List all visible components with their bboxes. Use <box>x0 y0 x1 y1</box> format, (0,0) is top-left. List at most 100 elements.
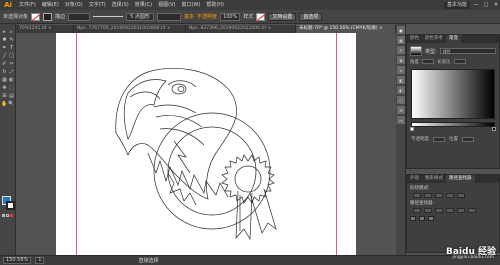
tab-document-3[interactable]: Nps: 837396_20190922021006.tif × <box>186 25 296 33</box>
artboard-tool-icon[interactable]: ⬚ <box>8 84 15 92</box>
stroke-panel-icon[interactable]: ≡ <box>397 66 405 74</box>
menu-file[interactable]: 文件(F) <box>16 0 39 10</box>
minus-front-button[interactable] <box>424 193 432 198</box>
maximize-icon[interactable]: □ <box>482 2 490 9</box>
basic-style-label[interactable]: 基本 <box>184 13 194 20</box>
exclude-button[interactable] <box>446 193 454 198</box>
slice-tool-icon[interactable]: ▤ <box>8 92 15 100</box>
color-panel-icon[interactable]: ● <box>397 26 405 34</box>
preferences-button[interactable]: 首选项 <box>299 12 323 21</box>
direct-selection-tool-icon[interactable]: ▹ <box>8 28 15 36</box>
none-mode-icon[interactable] <box>10 214 13 217</box>
rectangle-tool-icon[interactable]: □ <box>8 52 15 60</box>
symbols-panel-icon[interactable]: ✿ <box>397 56 405 64</box>
tab-appearance[interactable]: 外观 <box>407 175 422 183</box>
outline-button[interactable] <box>457 208 465 213</box>
gradient-stop-black[interactable] <box>492 127 496 131</box>
eagle-outline-artwork[interactable] <box>56 33 356 255</box>
stroke-color-indicator[interactable] <box>6 201 15 210</box>
gradient-type-select[interactable]: 线性 <box>439 48 496 54</box>
mesh-tool-icon[interactable]: ▦ <box>1 76 8 84</box>
divide-button[interactable] <box>413 208 421 213</box>
hand-tool-icon[interactable]: ✋ <box>1 100 8 108</box>
gradient-panel-icon[interactable]: ◧ <box>397 76 405 84</box>
crop-button[interactable] <box>446 208 454 213</box>
layer-row[interactable] <box>410 215 496 221</box>
minus-back-button[interactable] <box>468 208 476 213</box>
status-bar: 150.56% 1 直接选择 <box>0 255 500 265</box>
gradient-stop-white[interactable] <box>410 127 414 131</box>
magic-wand-tool-icon[interactable]: ✱ <box>1 36 8 44</box>
canvas-area[interactable] <box>16 33 396 255</box>
artboard[interactable] <box>56 33 356 255</box>
opacity-field[interactable]: 100% <box>220 12 241 21</box>
menu-object[interactable]: 对象(O) <box>62 0 86 10</box>
symbol-sprayer-tool-icon[interactable]: ✥ <box>1 84 8 92</box>
panel-icon-strip: ● ▦ ✎ ✿ ≡ ◧ ◐ ○ ☰ ▭ <box>396 24 406 255</box>
pen-tool-icon[interactable]: ✒ <box>1 44 8 52</box>
gradient-slider[interactable] <box>410 122 496 131</box>
tab-graphic-styles[interactable]: 图形样式 <box>422 175 446 183</box>
ai-logo: Ai <box>4 1 12 9</box>
stroke-profile-select[interactable]: 5 点圆形 <box>126 12 155 21</box>
unite-button[interactable] <box>413 193 421 198</box>
artboard-number-field[interactable]: 1 <box>35 257 45 264</box>
minimize-icon[interactable]: — <box>472 2 480 9</box>
right-panel-dock: ● ▦ ✎ ✿ ≡ ◧ ◐ ○ ☰ ▭ 颜色 颜色参考 渐变 类型: 线性 角度… <box>396 24 500 255</box>
merge-button[interactable] <box>435 208 443 213</box>
document-setup-button[interactable]: 文档设置 <box>268 12 297 21</box>
expand-button[interactable] <box>457 193 465 198</box>
stop-location-field[interactable] <box>462 136 474 142</box>
tab-pathfinder[interactable]: 路径查找器 <box>446 175 475 183</box>
trim-button[interactable] <box>424 208 432 213</box>
gradient-thumbnail[interactable] <box>410 46 422 56</box>
opacity-label[interactable]: 不透明度 <box>197 13 217 20</box>
gradient-mode-icon[interactable] <box>6 214 9 217</box>
tab-color[interactable]: 颜色 <box>407 35 422 43</box>
stop-opacity-field[interactable] <box>433 136 445 142</box>
graph-tool-icon[interactable]: ⊞ <box>1 92 8 100</box>
type-tool-icon[interactable]: T <box>8 44 15 52</box>
zoom-tool-icon[interactable]: 🔍 <box>8 100 15 108</box>
menu-select[interactable]: 选择(S) <box>109 0 132 10</box>
gradient-stop-fields: 不透明度 位置 <box>407 133 499 145</box>
workspace-switcher[interactable]: 基本功能 <box>443 1 470 9</box>
zoom-field[interactable]: 150.56% <box>3 257 32 264</box>
menu-view[interactable]: 视图(V) <box>155 0 178 10</box>
menu-effect[interactable]: 效果(C) <box>132 0 155 10</box>
swatches-panel-icon[interactable]: ▦ <box>397 36 405 44</box>
scale-tool-icon[interactable]: ⤢ <box>8 68 15 76</box>
menu-window[interactable]: 窗口(W) <box>178 0 203 10</box>
layers-panel-icon[interactable]: ☰ <box>397 106 405 114</box>
line-tool-icon[interactable]: ╱ <box>1 52 8 60</box>
brushes-panel-icon[interactable]: ✎ <box>397 46 405 54</box>
aspect-ratio-field[interactable] <box>453 59 466 64</box>
selection-tool-icon[interactable]: ▸ <box>1 28 8 36</box>
stroke-color-swatch[interactable] <box>43 12 53 21</box>
intersect-button[interactable] <box>435 193 443 198</box>
menu-edit[interactable]: 编辑(E) <box>39 0 62 10</box>
menu-type[interactable]: 文字(T) <box>86 0 109 10</box>
scissors-tool-icon[interactable]: ✂ <box>8 60 15 68</box>
tab-document-active[interactable]: 未标题-70* @ 150.56% (CMYK/轮廓) × <box>296 25 396 33</box>
appearance-panel-icon[interactable]: ○ <box>397 96 405 104</box>
gradient-tool-icon[interactable]: ◐ <box>8 76 15 84</box>
paintbrush-tool-icon[interactable]: ✐ <box>1 60 8 68</box>
color-mode-icon[interactable] <box>2 214 5 217</box>
menu-help[interactable]: 帮助(H) <box>203 0 227 10</box>
tab-color-guide[interactable]: 颜色参考 <box>422 35 446 43</box>
rotate-tool-icon[interactable]: ↻ <box>1 68 8 76</box>
stroke-weight-field[interactable] <box>68 12 91 21</box>
opacity-label-gradient: 不透明度 <box>411 137 429 142</box>
brush-definition-select[interactable] <box>157 12 182 21</box>
graphic-style-swatch[interactable] <box>256 12 266 21</box>
fill-color-swatch[interactable] <box>31 12 41 21</box>
transparency-panel-icon[interactable]: ◐ <box>397 86 405 94</box>
tab-document-2[interactable]: Nps: 7767700_20190922031002806.tif × <box>74 25 186 33</box>
tab-document-1[interactable]: 70%1241.tif × <box>16 25 74 33</box>
close-icon[interactable]: ✕ <box>492 2 500 9</box>
tab-gradient[interactable]: 渐变 <box>446 35 461 43</box>
artboards-panel-icon[interactable]: ▭ <box>397 116 405 124</box>
pencil-tool-icon[interactable]: ✎ <box>8 36 15 44</box>
angle-field[interactable] <box>422 59 434 64</box>
